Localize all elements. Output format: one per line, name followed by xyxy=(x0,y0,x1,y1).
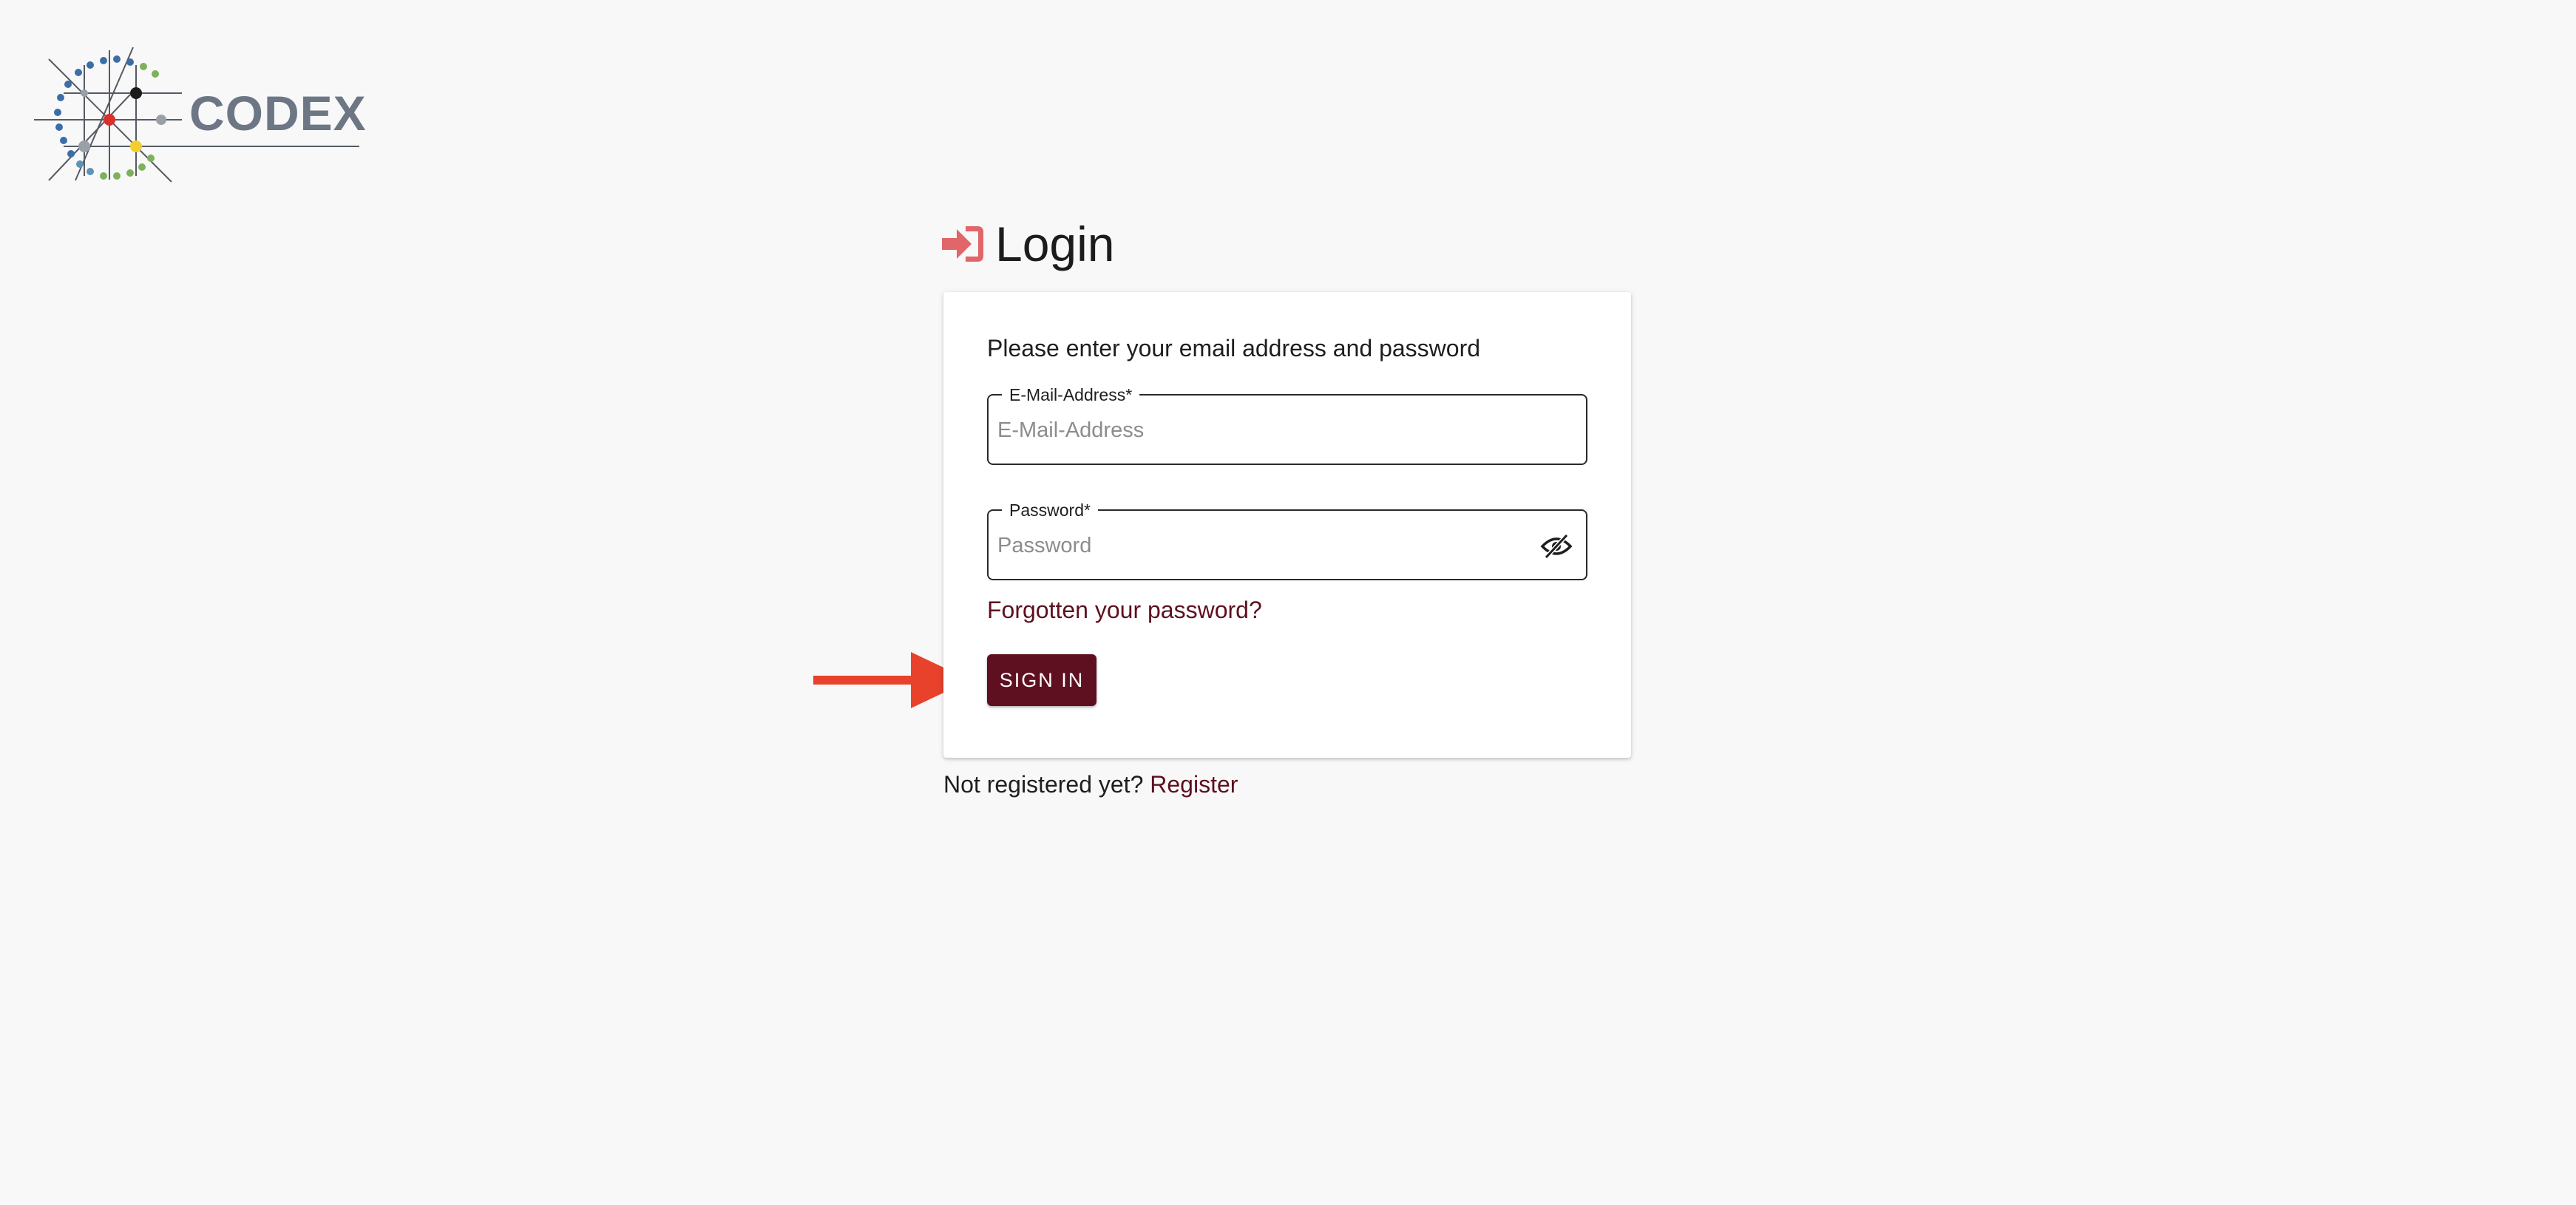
password-field[interactable]: Password* xyxy=(987,500,1587,580)
register-prompt: Not registered yet? Register xyxy=(943,771,1238,798)
login-card: Please enter your email address and pass… xyxy=(943,292,1631,758)
login-icon xyxy=(940,223,985,265)
codex-logo: CODEX xyxy=(34,43,366,185)
email-field[interactable]: E-Mail-Address* xyxy=(987,384,1587,465)
forgot-password-link[interactable]: Forgotten your password? xyxy=(987,597,1262,624)
page-heading: Login xyxy=(940,213,1115,275)
password-input[interactable] xyxy=(997,527,1530,564)
password-field-label: Password* xyxy=(1002,500,1098,520)
logo-wordmark: CODEX xyxy=(189,86,367,140)
page-title: Login xyxy=(995,217,1115,271)
register-link[interactable]: Register xyxy=(1150,771,1238,798)
email-field-label: E-Mail-Address* xyxy=(1002,384,1140,405)
login-instructions: Please enter your email address and pass… xyxy=(987,335,1481,362)
register-prompt-text: Not registered yet? xyxy=(943,771,1144,798)
eye-slash-icon[interactable] xyxy=(1540,533,1573,560)
email-input[interactable] xyxy=(997,412,1530,449)
sign-in-button[interactable]: SIGN IN xyxy=(987,654,1097,706)
